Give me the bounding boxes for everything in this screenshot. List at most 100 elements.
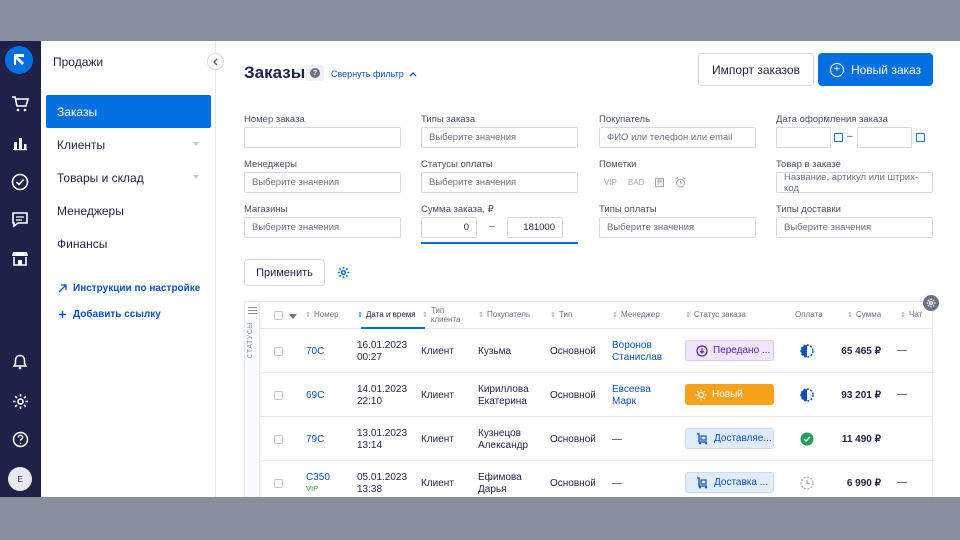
apply-button[interactable]: Применить (244, 259, 325, 286)
column-type[interactable]: ⇕ Тип (550, 302, 572, 329)
column-order-status[interactable]: ⇕ Статус заказа (685, 302, 746, 329)
check-circle-icon[interactable] (9, 171, 31, 193)
order-time: 13:14 (357, 440, 383, 451)
alarm-icon[interactable] (675, 177, 686, 188)
nav-item-orders[interactable]: Заказы (46, 95, 211, 128)
store-icon[interactable] (9, 247, 31, 269)
shops-select[interactable]: Выберите значения (244, 217, 401, 238)
order-number-input[interactable] (244, 127, 401, 148)
column-sum[interactable]: ⇕ Сумма (847, 302, 881, 329)
date-from-input[interactable] (776, 127, 831, 148)
statuses-side-tab[interactable]: СТАТУСЫ (245, 302, 260, 497)
sum-to-input[interactable]: 181000 (507, 217, 563, 238)
buyer-input[interactable]: ФИО или телефон или email (599, 127, 756, 148)
order-type: Основной (550, 434, 596, 445)
buyer-name[interactable]: Кириллова Екатерина (478, 384, 529, 408)
calendar-icon[interactable] (916, 133, 925, 142)
flag-icon[interactable] (655, 178, 665, 187)
order-number-link[interactable]: 79C (306, 434, 324, 446)
chart-icon[interactable] (9, 132, 31, 154)
payment-statuses-select[interactable]: Выберите значения (421, 172, 578, 193)
column-date[interactable]: ⇕ Дата и время (357, 302, 417, 329)
help-button[interactable]: ? (306, 65, 324, 81)
help-icon[interactable] (9, 428, 31, 450)
buyer-name[interactable]: Кузьма (478, 346, 511, 358)
status-badge[interactable]: Доставляе... (685, 428, 774, 449)
row-checkbox[interactable] (274, 391, 283, 400)
column-chat[interactable]: ⇕ Чат (900, 302, 922, 329)
avatar[interactable]: E (8, 467, 32, 491)
managers-select[interactable]: Выберите значения (244, 172, 401, 193)
nav-item-clients[interactable]: Клиенты (46, 128, 211, 161)
logo-icon[interactable] (5, 46, 33, 74)
buyer-name[interactable]: Ефимова Дарья (478, 472, 522, 496)
delivery-cart-icon (697, 476, 707, 488)
delivery-cart-icon (697, 432, 707, 444)
table-row[interactable]: C350 VIP 05.01.2023 13:38 Клиент Ефимова Да… (260, 461, 934, 497)
sort-icon: ⇕ (900, 311, 906, 319)
status-badge[interactable]: Новый (685, 384, 774, 405)
sort-icon: ⇕ (612, 311, 618, 319)
order-sum: 93 201 ₽ (841, 390, 881, 401)
order-type: Основной (550, 390, 596, 401)
nav-item-finance[interactable]: Финансы (46, 227, 211, 260)
buyer-name[interactable]: Кузнецов Александр (478, 428, 528, 452)
collapse-nav-button[interactable] (207, 53, 224, 70)
chat-icon[interactable] (9, 209, 31, 231)
table-settings-gear-icon[interactable] (923, 295, 939, 311)
column-client-type[interactable]: ⇕ Тип клиента (422, 302, 468, 329)
nav-item-managers[interactable]: Менеджеры (46, 194, 211, 227)
add-link-button[interactable]: Добавить ссылку (58, 309, 161, 320)
gear-icon[interactable] (337, 266, 350, 282)
manager-link[interactable]: Евсеева Марк (612, 384, 651, 408)
row-checkbox[interactable] (274, 435, 283, 444)
table-row[interactable]: 79C 13.01.2023 13:14 Клиент Кузнецов Алекс… (260, 417, 934, 461)
order-number: C350 (306, 472, 330, 483)
section-nav: Продажи Заказы Клиенты Товары и склад Ме… (41, 41, 224, 497)
order-number-link[interactable]: C350 VIP (306, 472, 330, 493)
order-datetime: 16.01.2023 00:27 (357, 340, 407, 364)
order-time: 00:27 (357, 352, 383, 363)
column-label: Тип клиента (430, 305, 461, 324)
status-badge[interactable]: Передано ... (685, 340, 774, 361)
delivery-types-select[interactable]: Выберите значения (776, 217, 933, 238)
chevron-down-icon[interactable] (289, 314, 297, 319)
order-number-label: Номер заказа (244, 114, 305, 125)
row-checkbox[interactable] (274, 479, 283, 488)
order-number-link[interactable]: 69C (306, 390, 324, 402)
column-buyer[interactable]: ⇕ Покупатель (478, 302, 530, 329)
table-row[interactable]: 70C 16.01.2023 00:27 Клиент Кузьма Основн… (260, 329, 934, 373)
new-order-button[interactable]: + Новый заказ (818, 53, 933, 86)
toggle-filter-link[interactable]: Свернуть фильтр (331, 69, 417, 79)
cart-icon[interactable] (9, 93, 31, 115)
nav-item-products[interactable]: Товары и склад (46, 161, 211, 194)
row-checkbox[interactable] (274, 347, 283, 356)
column-payment[interactable]: Оплата (795, 302, 823, 329)
gear-icon[interactable] (9, 390, 31, 412)
client-type: Клиент (421, 434, 454, 445)
order-type: Основной (550, 346, 596, 357)
column-number[interactable]: ⇕ Номер (305, 302, 339, 329)
select-all-checkbox[interactable] (274, 311, 283, 320)
table-row[interactable]: 69C 14.01.2023 22:10 Клиент Кириллова Екат… (260, 373, 934, 417)
date-to-input[interactable] (857, 127, 912, 148)
column-manager[interactable]: ⇕ Менеджер (612, 302, 660, 329)
order-number-link[interactable]: 70C (306, 346, 324, 358)
import-orders-button[interactable]: Импорт заказов (698, 53, 814, 86)
order-types-select[interactable]: Выберите значения (421, 127, 578, 148)
order-sum-label: Сумма заказа, ₽ (421, 204, 494, 215)
calendar-icon[interactable] (834, 133, 843, 142)
product-input[interactable]: Название, артикул или штрих-код (776, 172, 933, 194)
status-badge[interactable]: Доставка ... (685, 472, 774, 493)
setup-instructions-link[interactable]: Инструкции по настройке (58, 283, 200, 294)
order-type: Основной (550, 478, 596, 489)
bad-mark-toggle[interactable]: BAD (628, 178, 644, 187)
vip-mark-toggle[interactable]: VIP (604, 178, 617, 187)
payment-types-select[interactable]: Выберите значения (599, 217, 756, 238)
sum-range-underline (421, 242, 578, 244)
orders-table: СТАТУСЫ ⇕ Номер ⇕ Дата и время ⇕ Тип клиент… (244, 301, 934, 497)
manager-link[interactable]: Воронов Станислав (612, 340, 662, 364)
bell-icon[interactable] (9, 351, 31, 373)
order-time: 13:38 (357, 484, 383, 495)
sum-from-input[interactable]: 0 (421, 217, 477, 238)
